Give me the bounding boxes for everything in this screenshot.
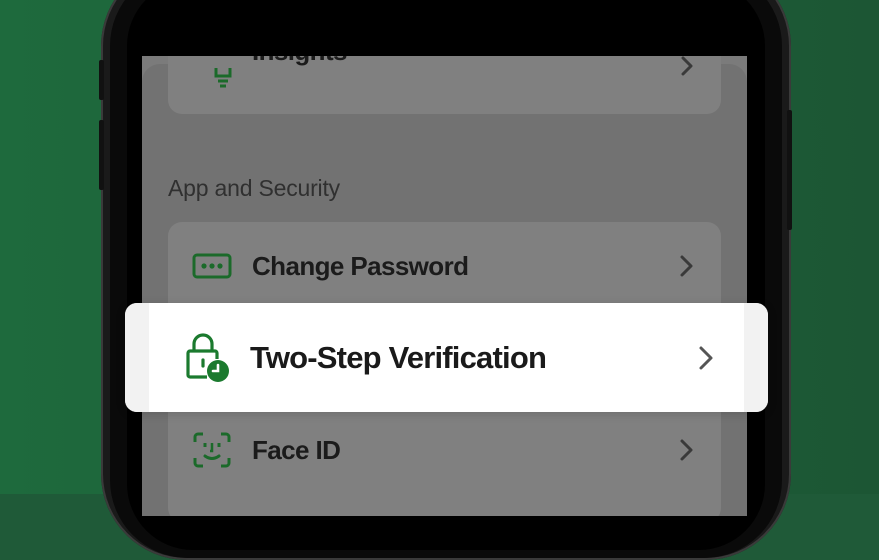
chevron-right-icon	[681, 56, 693, 76]
change-password-row[interactable]: Change Password	[168, 222, 721, 310]
two-step-verification-row[interactable]: Two-Step Verification	[125, 303, 768, 412]
face-id-row[interactable]: Face ID	[168, 406, 721, 494]
side-button	[99, 60, 104, 100]
insights-card[interactable]: Insights	[168, 56, 721, 114]
insights-label: Insights	[252, 56, 347, 67]
highlight-edge	[125, 303, 149, 412]
volume-button	[99, 120, 104, 190]
power-button	[787, 110, 792, 230]
row-label: Change Password	[252, 251, 469, 281]
face-id-icon	[193, 432, 231, 468]
chevron-right-icon	[699, 346, 713, 370]
chevron-right-icon	[680, 255, 693, 277]
row-label: Two-Step Verification	[250, 340, 547, 375]
chevron-right-icon	[680, 439, 693, 461]
section-title: App and Security	[168, 175, 340, 201]
row-label: Face ID	[252, 435, 341, 465]
lock-clock-icon	[186, 333, 229, 382]
settings-sheet: Insights App and Security Change Passwor…	[142, 56, 747, 516]
phone-screen: Insights App and Security Change Passwor…	[142, 56, 747, 516]
password-dots-icon	[192, 253, 232, 279]
lightbulb-icon	[214, 68, 232, 88]
highlight-edge	[744, 303, 768, 412]
